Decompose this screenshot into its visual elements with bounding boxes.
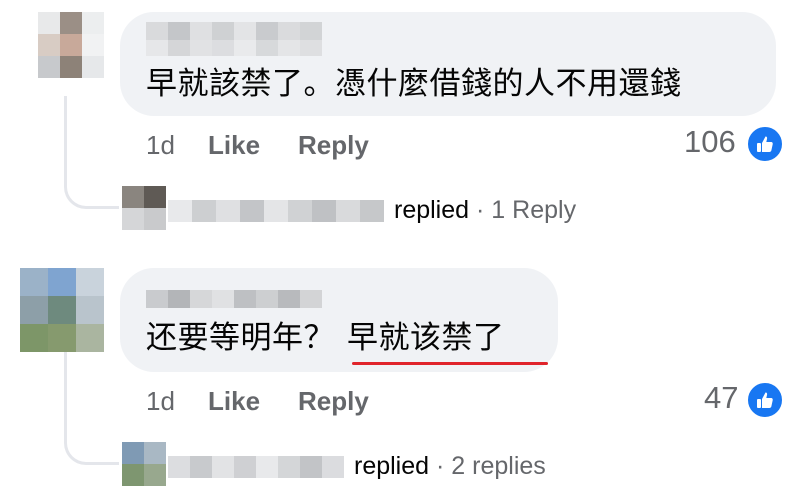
comment-text-main: 还要等明年？ [146,320,335,356]
reply-button[interactable]: Reply [298,130,369,161]
replied-label: replied [354,452,430,480]
view-replies-link[interactable]: replied · 1 Reply [394,196,576,225]
view-replies-link[interactable]: replied · 2 replies [354,452,546,481]
reply-button[interactable]: Reply [298,386,369,417]
red-underline-annotation [352,362,548,365]
commenter-name-blurred[interactable] [146,22,322,40]
replier-name-blurred[interactable] [168,456,344,478]
replier-name-blurred[interactable] [168,200,384,222]
comment-timestamp[interactable]: 1d [146,386,175,417]
thread-connector-line [64,352,119,465]
thumbs-up-icon[interactable] [746,381,784,419]
comment-timestamp[interactable]: 1d [146,130,175,161]
reply-count-label[interactable]: 2 replies [451,452,546,480]
commenter-avatar[interactable] [38,12,104,78]
comment-text: 早就該禁了。憑什麼借錢的人不用還錢 [146,66,682,102]
commenter-name-blurred[interactable] [146,290,322,308]
replier-avatar[interactable] [122,186,166,230]
commenter-name-blurred-row2 [146,40,322,56]
commenter-avatar[interactable] [20,268,104,352]
replier-avatar[interactable] [122,442,166,486]
comment-bubble: 还要等明年？ 早就该禁了 [120,268,558,372]
comment-text: 还要等明年？ 早就该禁了 [146,318,505,358]
separator-dot: · [436,452,445,480]
thumbs-up-icon[interactable] [746,125,784,163]
reaction-count[interactable]: 47 [704,380,738,416]
separator-dot: · [476,196,485,224]
reply-count-label[interactable]: 1 Reply [491,196,576,224]
thread-connector-line [64,96,119,209]
like-button[interactable]: Like [208,130,260,161]
like-button[interactable]: Like [208,386,260,417]
comment-bubble: 早就該禁了。憑什麼借錢的人不用還錢 [120,12,776,116]
reaction-count[interactable]: 106 [684,124,736,160]
highlighted-phrase: 早就该禁了 [347,320,505,356]
replied-label: replied [394,196,470,224]
